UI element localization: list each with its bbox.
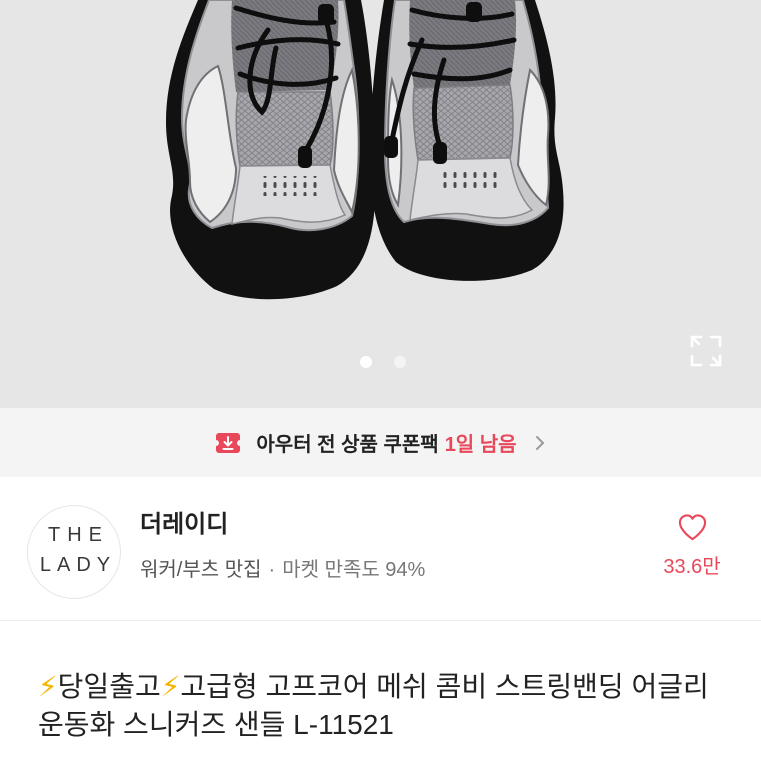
coupon-banner-label: 아우터 전 상품 쿠폰팩 <box>256 434 439 456</box>
expand-icon[interactable] <box>689 334 723 368</box>
section-divider <box>0 620 761 621</box>
coupon-remaining-days: 1일 남음 <box>444 434 517 456</box>
coupon-banner-text: 아우터 전 상품 쿠폰팩 1일 남음 <box>256 428 516 457</box>
store-like-count: 33.6만 <box>663 556 721 578</box>
store-tag: 워커/부츠 맛집 <box>140 559 262 581</box>
coupon-banner[interactable]: 아우터 전 상품 쿠폰팩 1일 남음 <box>0 408 761 477</box>
left-shoe <box>166 0 376 300</box>
product-photo <box>166 0 564 300</box>
store-subtitle: 워커/부츠 맛집 · 마켓 만족도 94% <box>140 557 425 583</box>
carousel-dots <box>360 356 406 368</box>
lace-toggle <box>298 146 312 168</box>
heart-outline-icon[interactable] <box>677 513 708 542</box>
carousel-dot[interactable] <box>394 356 406 368</box>
lightning-emoji: ⚡ <box>160 671 181 702</box>
shoe-perforations <box>258 176 318 196</box>
chevron-right-icon <box>535 435 544 450</box>
lace-toggle <box>466 2 482 22</box>
product-image-carousel[interactable] <box>0 0 761 408</box>
store-info[interactable]: THE LADY 더레이디 워커/부츠 맛집 · 마켓 만족도 94% 33.6만 <box>0 477 761 620</box>
store-satisfaction: 마켓 만족도 94% <box>282 559 426 581</box>
store-logo-line2: LADY <box>39 554 117 576</box>
coupon-download-icon <box>216 432 241 453</box>
shoe-mesh <box>412 84 514 161</box>
shoe-perforations <box>438 172 498 192</box>
store-logo[interactable]: THE LADY <box>27 505 121 599</box>
product-title: ⚡당일출고⚡고급형 고프코어 메쉬 콤비 스트링밴딩 어글리 운동화 스니커즈 … <box>38 671 709 740</box>
lace-toggle <box>384 136 398 158</box>
lightning-emoji: ⚡ <box>38 671 58 702</box>
lace-toggle <box>433 142 447 164</box>
store-subtitle-separator: · <box>268 559 276 581</box>
lace-toggle <box>318 4 334 24</box>
store-name[interactable]: 더레이디 <box>140 510 228 540</box>
right-shoe <box>370 0 564 281</box>
carousel-dot-active[interactable] <box>360 356 372 368</box>
store-logo-line1: THE <box>48 524 109 546</box>
